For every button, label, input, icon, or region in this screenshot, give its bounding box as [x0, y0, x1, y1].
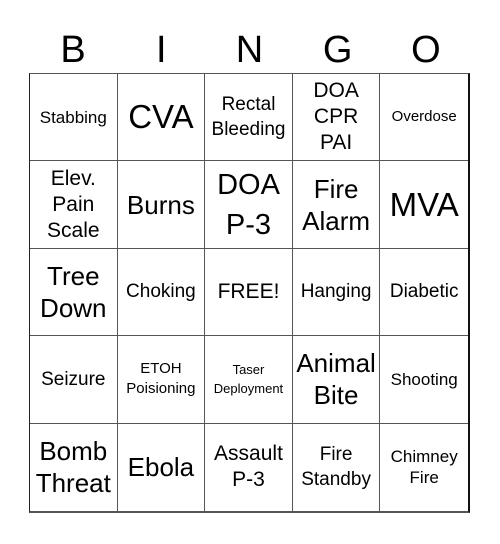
bingo-cell[interactable]: Fire Alarm — [292, 161, 381, 249]
bingo-cell[interactable]: Stabbing — [30, 74, 118, 162]
bingo-cell[interactable]: Rectal Bleeding — [205, 74, 293, 162]
bingo-cell[interactable]: Choking — [117, 248, 206, 337]
bingo-cell[interactable]: ETOH Poisioning — [117, 336, 206, 424]
bingo-cell[interactable]: Chimney Fire — [380, 424, 468, 511]
header-letter-i: I — [156, 29, 167, 71]
bingo-cell[interactable]: MVA — [380, 161, 468, 249]
bingo-cell[interactable]: Bomb Threat — [30, 423, 118, 511]
bingo-card-grid: Stabbing CVA Rectal Bleeding DOA CPR PAI… — [29, 73, 470, 513]
bingo-cell[interactable]: DOA P-3 — [205, 161, 293, 249]
bingo-cell[interactable]: Assault P-3 — [205, 423, 293, 511]
bingo-cell[interactable]: Diabetic — [380, 249, 468, 337]
header-letter-n: N — [235, 29, 264, 71]
bingo-cell[interactable]: Taser Deployment — [205, 336, 293, 424]
bingo-cell[interactable]: Tree Down — [30, 248, 118, 337]
bingo-cell[interactable]: Elev. Pain Scale — [30, 161, 118, 249]
bingo-cell[interactable]: Burns — [117, 161, 206, 249]
header-letter-o: O — [411, 29, 441, 71]
bingo-cell[interactable]: Ebola — [118, 423, 206, 511]
bingo-header: B I N G O — [29, 30, 470, 70]
bingo-cell[interactable]: Overdose — [380, 74, 468, 162]
bingo-cell[interactable]: Fire Standby — [293, 423, 381, 511]
bingo-cell[interactable]: CVA — [117, 74, 206, 162]
bingo-cell[interactable]: Shooting — [380, 336, 468, 424]
header-letter-b: B — [60, 29, 86, 71]
free-space-cell[interactable]: FREE! — [205, 248, 293, 337]
header-letter-g: G — [322, 29, 353, 71]
bingo-cell[interactable]: Seizure — [30, 336, 118, 424]
bingo-cell[interactable]: DOA CPR PAI — [292, 74, 381, 162]
bingo-cell[interactable]: Animal Bite — [292, 336, 381, 424]
bingo-cell[interactable]: Hanging — [292, 248, 381, 337]
